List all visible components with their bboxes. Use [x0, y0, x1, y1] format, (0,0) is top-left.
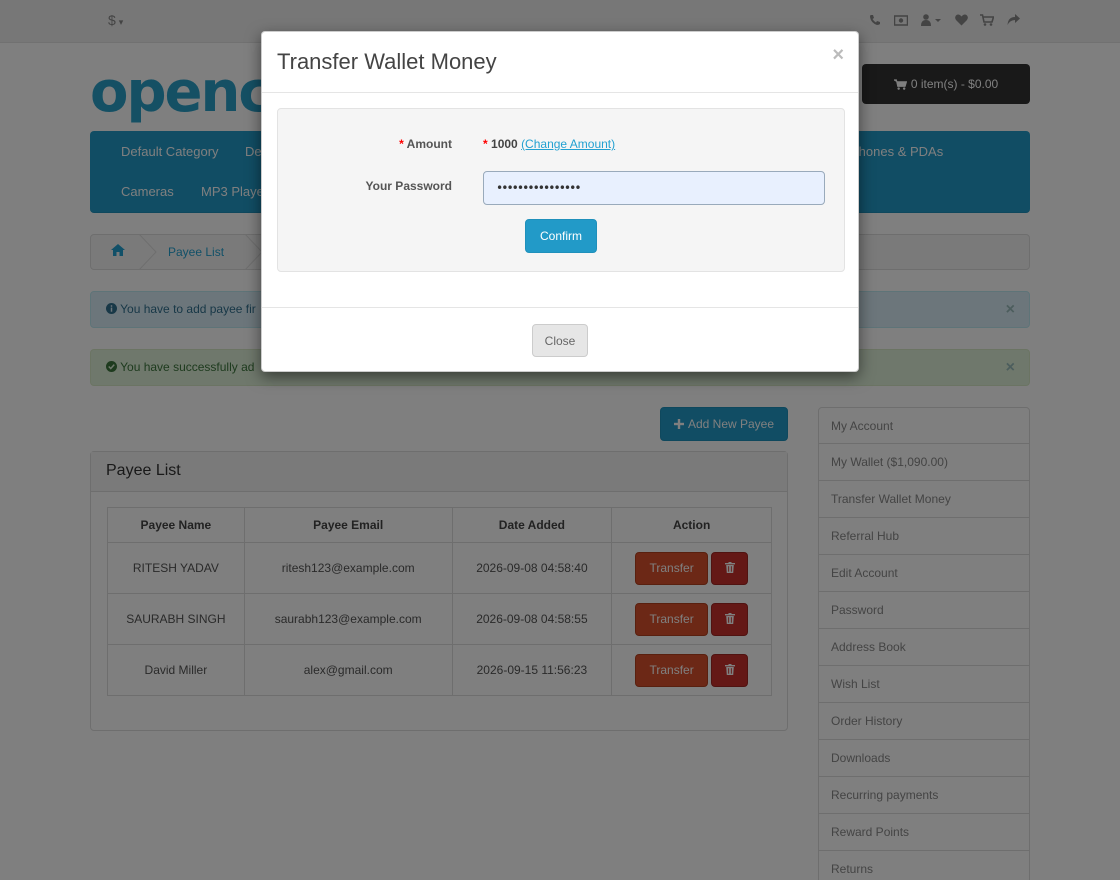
amount-value: 1000	[491, 137, 518, 151]
required-marker: *	[483, 137, 488, 151]
amount-display: * 1000 (Change Amount)	[483, 137, 615, 151]
confirm-button[interactable]: Confirm	[525, 219, 597, 253]
modal-title: Transfer Wallet Money	[277, 49, 497, 74]
password-input[interactable]: ••••••••••••••••	[483, 171, 825, 205]
password-label: Your Password	[365, 179, 452, 193]
change-amount-link[interactable]: (Change Amount)	[521, 137, 615, 151]
modal-footer: Close	[262, 307, 858, 371]
required-marker: *	[399, 137, 404, 151]
amount-label-group: * Amount	[399, 137, 452, 151]
transfer-wallet-modal: Transfer Wallet Money × * Amount * 1000 …	[261, 31, 859, 372]
amount-label: Amount	[406, 137, 452, 151]
close-icon[interactable]: ×	[832, 44, 844, 67]
modal-header: Transfer Wallet Money ×	[262, 32, 858, 93]
close-button[interactable]: Close	[532, 324, 588, 357]
transfer-form: * Amount * 1000 (Change Amount) Your Pas…	[277, 108, 845, 272]
page: $▾ openca 0 it	[0, 0, 1120, 880]
